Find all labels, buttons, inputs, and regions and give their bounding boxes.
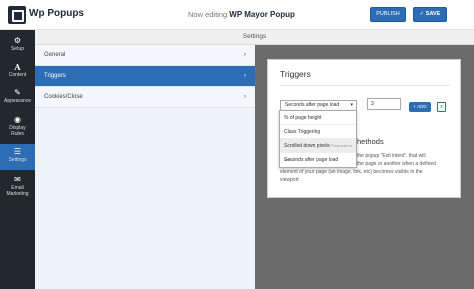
rail-label: Display Rules — [9, 125, 26, 137]
save-label: SAVE — [425, 11, 441, 17]
dropdown-option-label: Scrolled down pixels — [284, 143, 330, 149]
remove-trigger-button[interactable]: x — [437, 102, 446, 112]
triggers-title: Triggers — [280, 69, 311, 79]
divider — [280, 85, 450, 86]
dropdown-option[interactable]: % of page height — [280, 111, 356, 125]
megaphone-icon: ✉ — [14, 175, 21, 184]
dropdown-option-hovered[interactable]: Scrolled down pixelsPress enter to selec… — [280, 139, 356, 162]
settings-menu: General › Triggers › Cookies/Close › — [35, 45, 255, 289]
logo-icon — [8, 6, 26, 24]
save-button[interactable]: ✓ SAVE — [413, 7, 447, 22]
methods-heading: hethods — [357, 137, 384, 146]
menu-item-label: General — [44, 52, 66, 58]
brand-name: Wp Popups — [29, 8, 84, 19]
rail-item-display-rules[interactable]: ◉ Display Rules — [0, 112, 35, 142]
description-line: viewport — [280, 177, 299, 183]
editing-prefix: Now editing — [188, 10, 228, 19]
rail-label: Email Marketing — [6, 185, 29, 197]
eye-icon: ◉ — [14, 115, 21, 124]
menu-item-label: Triggers — [44, 73, 66, 79]
rail-item-appearance[interactable]: ✎ Appearance — [0, 85, 35, 111]
chevron-right-icon: › — [244, 73, 246, 79]
description-line: element of your page (an image, link, et… — [280, 169, 423, 175]
rail-item-content[interactable]: A Content — [0, 59, 35, 85]
plus-icon: + — [413, 104, 417, 109]
brush-icon: ✎ — [14, 88, 21, 97]
rail-item-settings[interactable]: ☰ Settings — [0, 144, 35, 170]
add-trigger-button[interactable]: + ADD — [409, 102, 431, 112]
rail-label: Content — [8, 72, 27, 78]
dropdown-option[interactable]: Seconds after page load — [280, 153, 356, 167]
top-bar: Wp Popups Now editing WP Mayor Popup PUB… — [0, 0, 474, 30]
rail-item-setup[interactable]: ⚙ Setup — [0, 33, 35, 59]
trigger-type-value: Seconds after page load — [285, 102, 340, 108]
menu-item-label: Cookies/Close — [44, 94, 83, 100]
rail-item-email-marketing[interactable]: ✉ Email Marketing — [0, 172, 35, 202]
chevron-right-icon: › — [244, 94, 246, 100]
save-check-icon: ✓ — [419, 11, 425, 17]
menu-item-general[interactable]: General › — [35, 45, 255, 66]
menu-item-triggers[interactable]: Triggers › — [35, 66, 255, 87]
caret-down-icon: ▾ — [350, 102, 353, 108]
chevron-right-icon: › — [244, 52, 246, 58]
trigger-type-dropdown: % of page height Class Triggering Scroll… — [279, 110, 357, 168]
rail-label: Appearance — [4, 98, 31, 104]
dropdown-option[interactable]: Class Triggering — [280, 125, 356, 139]
rail-label: Settings — [8, 157, 27, 163]
editing-title: Now editing WP Mayor Popup — [188, 10, 295, 19]
left-rail: ⚙ Setup A Content ✎ Appearance ◉ Display… — [0, 30, 35, 289]
add-label: ADD — [417, 104, 427, 109]
popup-name: WP Mayor Popup — [229, 10, 295, 19]
sliders-icon: ☰ — [13, 147, 22, 156]
menu-item-cookies-close[interactable]: Cookies/Close › — [35, 87, 255, 108]
settings-header: Settings — [35, 30, 474, 45]
trigger-value-input[interactable]: 3 — [367, 98, 401, 110]
publish-button[interactable]: PUBLISH — [370, 7, 406, 22]
rail-label: Setup — [10, 46, 25, 52]
gear-icon: ⚙ — [13, 36, 22, 45]
text-icon: A — [14, 62, 21, 72]
